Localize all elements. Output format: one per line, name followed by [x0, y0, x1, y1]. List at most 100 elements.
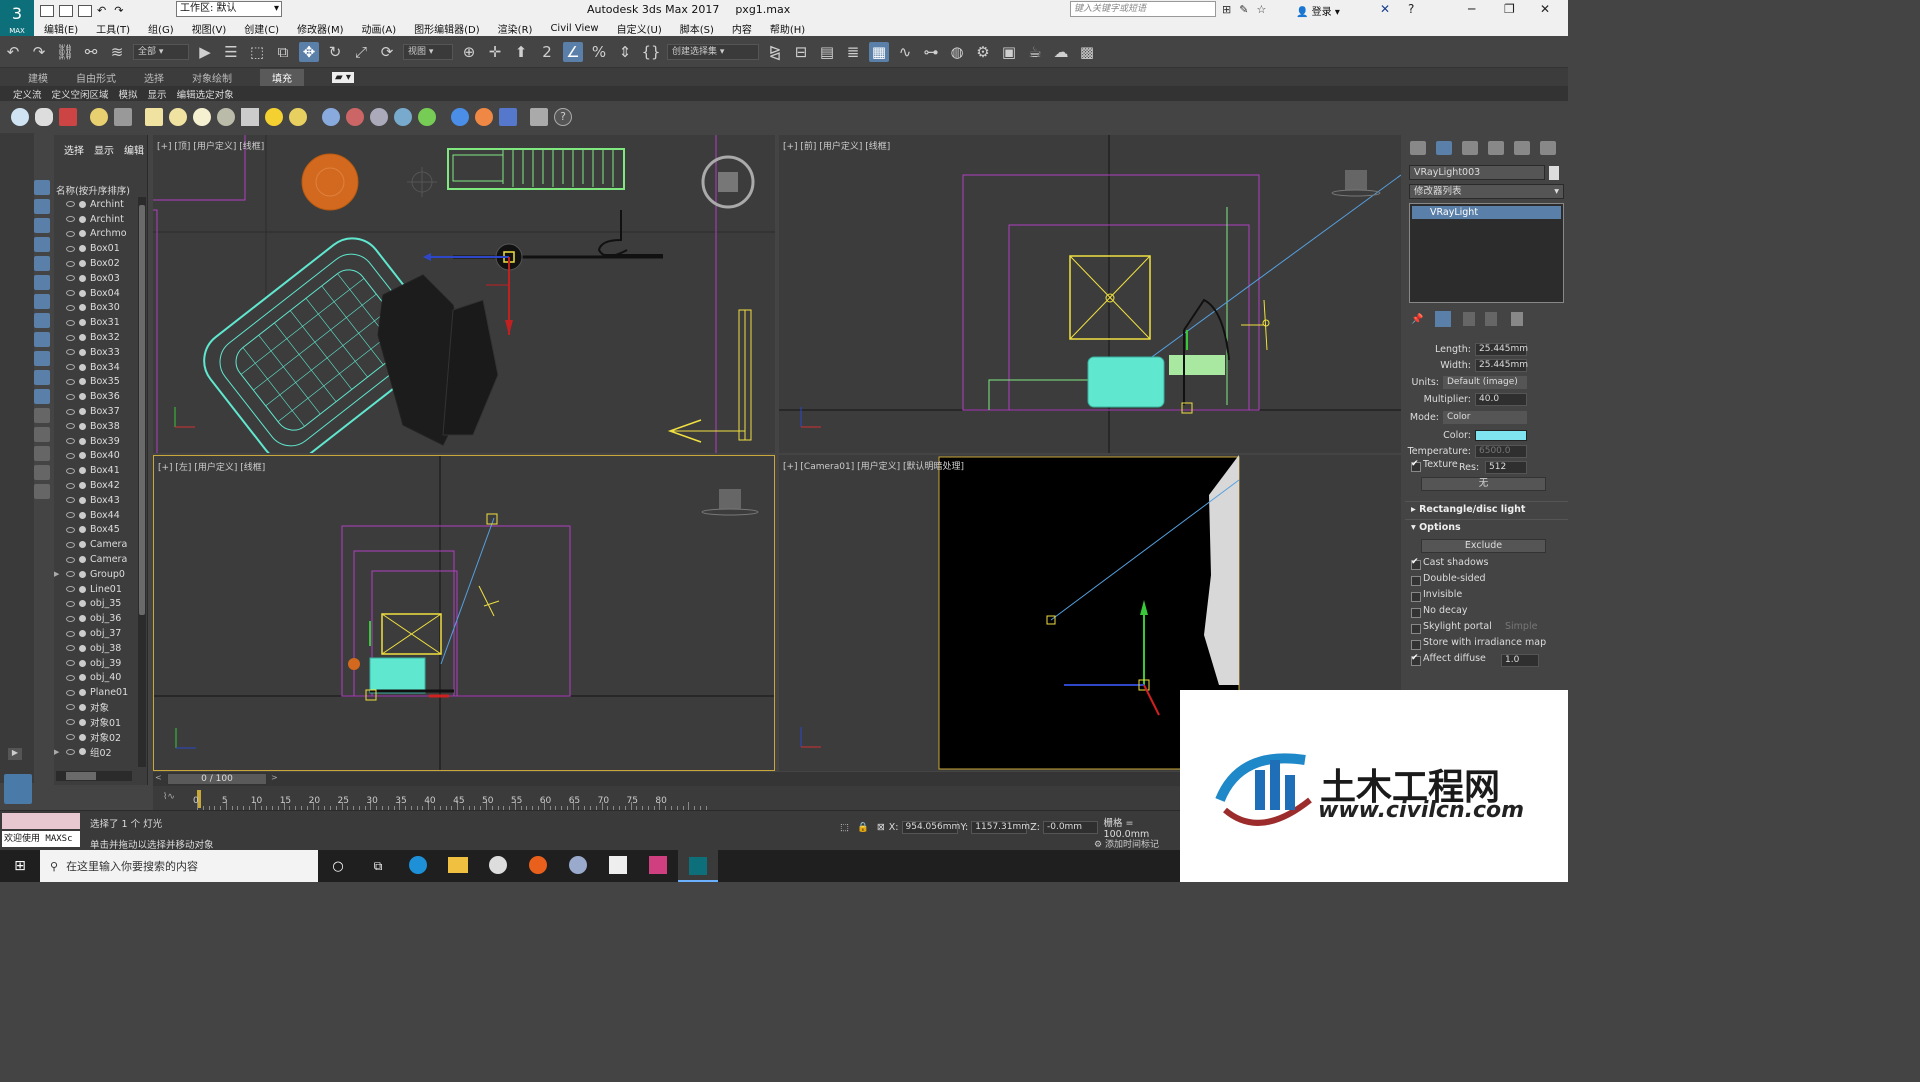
- menu-item-8[interactable]: 渲染(R): [498, 21, 533, 36]
- folder-icon[interactable]: [34, 484, 50, 499]
- scene-list-item[interactable]: ▶ Group0: [54, 567, 138, 582]
- expand-icon[interactable]: ▶: [54, 570, 60, 578]
- scene-list-item[interactable]: Box34: [54, 360, 138, 375]
- scene-list-scrollbar[interactable]: [138, 197, 146, 767]
- 3dsmax-taskbar-icon[interactable]: [689, 857, 707, 875]
- visibility-eye-icon[interactable]: [66, 364, 75, 371]
- open-file-icon[interactable]: [59, 4, 73, 17]
- visibility-eye-icon[interactable]: [66, 541, 75, 548]
- menu-item-13[interactable]: 帮助(H): [770, 21, 805, 36]
- ribbon-tab-3[interactable]: 对象绘制: [192, 70, 232, 85]
- scene-list-item[interactable]: Line01: [54, 582, 138, 597]
- snaps-toggle-icon[interactable]: 2: [537, 42, 557, 62]
- angle-snap-icon[interactable]: ∠: [563, 41, 583, 62]
- modify-tab-icon[interactable]: [1436, 141, 1452, 155]
- scene-explorer-icon[interactable]: ▤: [817, 42, 837, 62]
- ribbon-subtab-4[interactable]: 编辑选定对象: [177, 87, 234, 101]
- viewport-front[interactable]: [+] [前] [用户定义] [线框]: [779, 135, 1401, 453]
- ribbon-tab-1[interactable]: 自由形式: [76, 70, 116, 85]
- isolate-selection-icon[interactable]: ⬚: [840, 822, 849, 833]
- selection-filter-dropdown[interactable]: 全部 ▾: [133, 43, 189, 60]
- scene-list-item[interactable]: Box40: [54, 449, 138, 464]
- spinner-snap-icon[interactable]: ⇕: [615, 42, 635, 62]
- x-coordinate-field[interactable]: 954.056mm: [901, 821, 960, 834]
- modifier-list-dropdown[interactable]: 修改器列表 ▾: [1409, 184, 1564, 199]
- visibility-eye-icon[interactable]: [66, 586, 75, 593]
- scene-list-item[interactable]: Box39: [54, 434, 138, 449]
- globe-icon[interactable]: [451, 108, 469, 126]
- utilities-tab-icon[interactable]: [1540, 141, 1556, 155]
- bind-space-warp-icon[interactable]: ≋: [107, 42, 127, 62]
- unlink-icon[interactable]: ⚯: [81, 42, 101, 62]
- visibility-eye-icon[interactable]: [66, 467, 75, 474]
- visibility-eye-icon[interactable]: [66, 349, 75, 356]
- workspace-dropdown[interactable]: 工作区: 默认 ▾: [176, 1, 282, 17]
- option-checkbox-5[interactable]: Store with irradiance map: [1405, 637, 1568, 653]
- keyboard-shortcut-override-icon[interactable]: ⬆: [511, 42, 531, 62]
- cortana-icon[interactable]: ○: [318, 859, 358, 874]
- maxscript-mini-listener[interactable]: 欢迎使用 MAXSc: [2, 831, 80, 847]
- firefox-icon[interactable]: [529, 855, 547, 874]
- filter-xrefs-icon[interactable]: [34, 313, 50, 328]
- visibility-eye-icon[interactable]: [66, 423, 75, 430]
- scene-list-item[interactable]: Box41: [54, 463, 138, 478]
- visibility-eye-icon[interactable]: [66, 600, 75, 607]
- scene-list-item[interactable]: obj_40: [54, 671, 138, 686]
- curve-editor-icon[interactable]: ∿: [895, 42, 915, 62]
- z-coordinate-field[interactable]: -0.0mm: [1042, 821, 1098, 834]
- scene-list-item[interactable]: Archint: [54, 197, 138, 212]
- mirror-icon[interactable]: ⧎: [765, 42, 785, 62]
- ribbon-tab-4[interactable]: 填充: [260, 68, 304, 86]
- select-by-name-icon[interactable]: ☰: [221, 42, 241, 62]
- visibility-eye-icon[interactable]: [66, 230, 75, 237]
- create-tab-icon[interactable]: [1410, 141, 1426, 155]
- help-icon[interactable]: ?: [1408, 2, 1414, 16]
- teapot-icon[interactable]: [11, 108, 29, 126]
- media-app-icon[interactable]: [649, 855, 667, 874]
- menu-item-0[interactable]: 编辑(E): [44, 21, 78, 36]
- tab-display[interactable]: 显示: [94, 142, 114, 157]
- texture-checkbox[interactable]: Texture: [1405, 459, 1459, 475]
- cloud-icon[interactable]: [35, 108, 53, 126]
- select-manipulate-icon[interactable]: ✛: [485, 42, 505, 62]
- expand-icon[interactable]: ▶: [54, 748, 60, 756]
- visibility-eye-icon[interactable]: [66, 304, 75, 311]
- select-and-scale-icon[interactable]: ⤢: [351, 42, 371, 62]
- visibility-eye-icon[interactable]: [66, 393, 75, 400]
- filter-frozen-icon[interactable]: [34, 370, 50, 385]
- viewport-label[interactable]: [+] [前] [用户定义] [线框]: [783, 139, 890, 152]
- particle-icon[interactable]: [322, 108, 340, 126]
- filter-space-warps-icon[interactable]: [34, 275, 50, 290]
- scene-list-item[interactable]: Box32: [54, 330, 138, 345]
- windows-start-icon[interactable]: ⊞: [0, 858, 40, 874]
- scene-list-item[interactable]: obj_37: [54, 626, 138, 641]
- menu-item-9[interactable]: Civil View: [550, 23, 598, 34]
- visibility-eye-icon[interactable]: [66, 378, 75, 385]
- binoculars-icon[interactable]: ⊞: [1222, 3, 1231, 16]
- visibility-eye-icon[interactable]: [66, 526, 75, 533]
- curve-editor-mini-icon[interactable]: ⌇∿: [163, 792, 175, 802]
- chat-app-icon[interactable]: [489, 855, 507, 874]
- edge-browser-icon[interactable]: [409, 855, 427, 874]
- minimize-button[interactable]: ─: [1468, 2, 1475, 16]
- menu-item-1[interactable]: 工具(T): [96, 21, 130, 36]
- ribbon-tab-2[interactable]: 选择: [144, 70, 164, 85]
- visibility-eye-icon[interactable]: [66, 734, 75, 741]
- cone-icon[interactable]: [241, 108, 259, 126]
- prev-frame-icon[interactable]: <: [155, 773, 162, 782]
- pivot-center-icon[interactable]: ⊕: [459, 42, 479, 62]
- options-rollout-header[interactable]: ▾ Options: [1405, 519, 1568, 535]
- hemisphere-icon[interactable]: [169, 108, 187, 126]
- schematic-view-icon[interactable]: ⊶: [921, 42, 941, 62]
- option-checkbox-1[interactable]: Double-sided: [1405, 573, 1568, 589]
- molecule-icon[interactable]: [346, 108, 364, 126]
- undo-icon[interactable]: ↶: [3, 42, 23, 62]
- remove-modifier-icon[interactable]: [1485, 312, 1498, 326]
- redo-icon[interactable]: ↷: [29, 42, 49, 62]
- sort-column-header[interactable]: 名称(按升序排序): [56, 183, 130, 197]
- option-checkbox-6[interactable]: Affect diffuse 1.0: [1405, 653, 1568, 669]
- viewport-label[interactable]: [+] [Camera01] [用户定义] [默认明暗处理]: [783, 459, 964, 472]
- object-name-field[interactable]: VRayLight003: [1409, 165, 1545, 180]
- render-production-icon[interactable]: ☕: [1025, 42, 1045, 62]
- scene-list-item[interactable]: Plane01: [54, 685, 138, 700]
